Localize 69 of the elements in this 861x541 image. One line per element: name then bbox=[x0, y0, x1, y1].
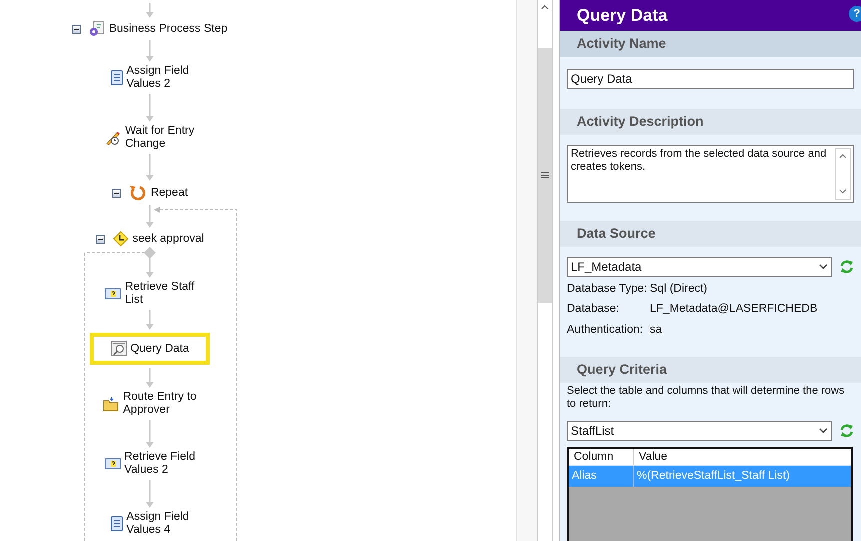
section-header: Activity Name bbox=[560, 31, 861, 57]
activity-node[interactable]: Assign Field Values 4 bbox=[110, 511, 190, 537]
flow-arrow bbox=[146, 154, 154, 181]
gear-document-icon bbox=[89, 21, 106, 37]
activity-node[interactable]: Business Process Step bbox=[72, 21, 228, 37]
collapse-toggle[interactable] bbox=[112, 188, 121, 198]
chevron-down-icon bbox=[819, 264, 828, 270]
refresh-icon[interactable] bbox=[840, 259, 854, 275]
magnifier-window-icon bbox=[110, 341, 127, 357]
detail-label: Database: bbox=[567, 302, 620, 318]
detail-value: LF_Metadata@LASERFICHEDB bbox=[650, 302, 819, 318]
document-icon bbox=[110, 70, 123, 86]
flow-arrow bbox=[146, 368, 154, 388]
detail-label: Database Type: bbox=[567, 282, 648, 297]
instruction-text: Select the table and columns that will determine the rows to return: bbox=[567, 384, 846, 411]
folder-arrow-icon bbox=[103, 396, 120, 412]
detail-label: Authentication: bbox=[567, 322, 644, 338]
chevron-down-icon bbox=[819, 428, 828, 434]
criteria-table[interactable]: Column Value Alias %(RetrieveStaffList_Staff List) bbox=[567, 446, 853, 541]
detail-value: Sql (Direct) bbox=[650, 282, 709, 297]
window-question-icon bbox=[104, 458, 121, 470]
document-icon bbox=[110, 516, 123, 532]
detail-value: sa bbox=[650, 322, 664, 338]
activity-label: Business Process Step bbox=[109, 22, 228, 36]
activity-node[interactable]: Route Entry to Approver bbox=[103, 391, 197, 417]
activity-label: Retrieve Field Values 2 bbox=[124, 451, 196, 477]
flow-arrow bbox=[146, 40, 154, 62]
flow-arrow bbox=[146, 3, 154, 18]
section-header: Activity Description bbox=[560, 109, 861, 135]
dropdown[interactable]: StaffList bbox=[567, 420, 832, 441]
dropdown[interactable]: LF_Metadata bbox=[567, 257, 832, 277]
vertical-scrollbar[interactable] bbox=[537, 0, 553, 541]
collapse-toggle[interactable] bbox=[96, 234, 105, 244]
help-icon[interactable]: ? bbox=[849, 6, 861, 22]
activity-label: Route Entry to Approver bbox=[123, 391, 197, 417]
pencil-clock-icon bbox=[105, 130, 122, 146]
activity-label: Repeat bbox=[150, 186, 188, 200]
activity-node[interactable]: Assign Field Values 2 bbox=[110, 65, 190, 91]
activity-node[interactable]: Wait for Entry Change bbox=[105, 125, 195, 151]
activity-node[interactable]: Repeat bbox=[112, 184, 188, 202]
circular-arrow-icon bbox=[128, 184, 147, 202]
grip-icon bbox=[541, 172, 549, 179]
column-header[interactable]: Value bbox=[634, 448, 851, 465]
activity-label: Assign Field Values 4 bbox=[126, 511, 190, 537]
flow-arrow bbox=[146, 420, 154, 448]
diamond-arrow-icon bbox=[112, 231, 129, 247]
description-field[interactable]: Retrieves records from the selected data source and creates tokens. bbox=[567, 145, 854, 203]
flow-arrow bbox=[146, 310, 154, 330]
activity-label: Retrieve Staff List bbox=[125, 281, 195, 307]
activity-node[interactable]: Retrieve Field Values 2 bbox=[104, 451, 196, 477]
section-header: Data Source bbox=[560, 221, 861, 247]
scroll-thumb[interactable] bbox=[538, 48, 552, 303]
name-field[interactable]: Query Data bbox=[567, 69, 854, 89]
panel-title: Query Data bbox=[577, 4, 668, 27]
activity-label: Assign Field Values 2 bbox=[126, 65, 190, 91]
flow-arrow bbox=[146, 94, 154, 122]
collapse-toggle[interactable] bbox=[72, 24, 82, 34]
section-header: Query Criteria bbox=[560, 356, 861, 383]
activity-node[interactable]: Retrieve Staff List bbox=[105, 281, 195, 307]
column-header[interactable]: Column bbox=[569, 448, 634, 465]
activity-label: Wait for Entry Change bbox=[125, 125, 195, 151]
selected-activity[interactable]: Query Data bbox=[90, 333, 210, 365]
activity-label: Query Data bbox=[130, 342, 190, 356]
window-question-icon bbox=[105, 288, 122, 300]
flow-arrow bbox=[146, 480, 154, 508]
activity-label: seek approval bbox=[132, 232, 204, 246]
flow-arrow bbox=[146, 205, 154, 228]
refresh-icon[interactable] bbox=[840, 422, 854, 439]
activity-node[interactable]: seek approval bbox=[96, 231, 204, 247]
